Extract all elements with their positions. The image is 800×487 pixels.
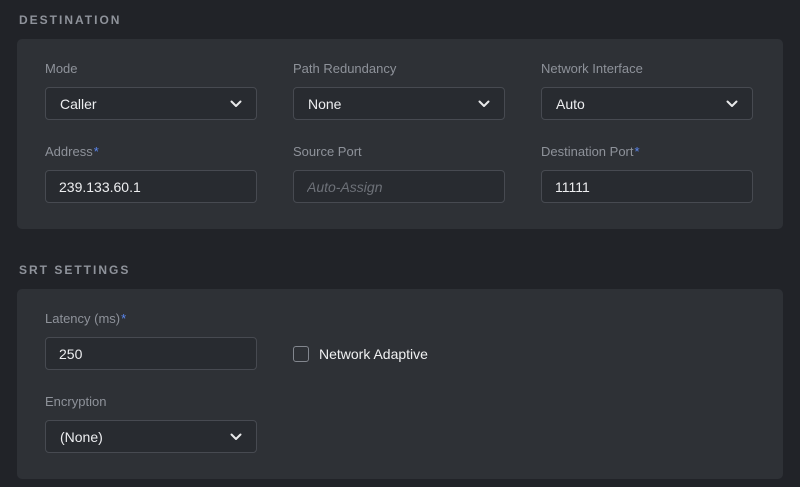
path-redundancy-select-value: None [308,96,341,112]
source-port-label-text: Source Port [293,144,362,159]
path-redundancy-label-text: Path Redundancy [293,61,396,76]
mode-select[interactable]: Caller [45,87,257,120]
path-redundancy-label: Path Redundancy [293,61,505,77]
field-latency: Latency (ms)* [45,311,257,370]
encryption-label-text: Encryption [45,394,106,409]
encryption-label: Encryption [45,394,257,410]
destination-section-title: DESTINATION [19,13,783,27]
network-interface-select-value: Auto [556,96,585,112]
latency-label: Latency (ms)* [45,311,257,327]
srt-settings-panel: Latency (ms)* Network Adaptive Encryptio… [17,289,783,479]
field-path-redundancy: Path Redundancy None [293,61,505,120]
srt-settings-section-title: SRT SETTINGS [19,263,783,277]
address-label-text: Address [45,144,93,159]
destination-panel: Mode Caller Path Redundancy None Network… [17,39,783,229]
mode-label-text: Mode [45,61,78,76]
network-interface-label: Network Interface [541,61,753,77]
destination-port-label-text: Destination Port [541,144,634,159]
section-destination: DESTINATION Mode Caller Path Redundancy … [17,13,783,229]
network-adaptive-checkbox-group[interactable]: Network Adaptive [293,337,428,370]
required-marker: * [94,144,99,159]
settings-page: DESTINATION Mode Caller Path Redundancy … [0,0,800,479]
required-marker: * [635,144,640,159]
network-interface-select[interactable]: Auto [541,87,753,120]
network-adaptive-checkbox-label: Network Adaptive [319,346,428,362]
destination-row-2: Address* Source Port Destination Port* [45,144,755,203]
chevron-down-icon [726,100,738,108]
encryption-select-value: (None) [60,429,103,445]
encryption-select[interactable]: (None) [45,420,257,453]
destination-port-label: Destination Port* [541,144,753,160]
destination-row-1: Mode Caller Path Redundancy None Network… [45,61,755,120]
address-input[interactable] [45,170,257,203]
field-destination-port: Destination Port* [541,144,753,203]
chevron-down-icon [478,100,490,108]
network-adaptive-checkbox[interactable] [293,346,309,362]
mode-label: Mode [45,61,257,77]
field-source-port: Source Port [293,144,505,203]
srt-row-1: Latency (ms)* Network Adaptive [45,311,755,370]
srt-row-2: Encryption (None) [45,394,755,453]
network-interface-label-text: Network Interface [541,61,643,76]
section-srt-settings: SRT SETTINGS Latency (ms)* Network Adapt… [17,263,783,479]
chevron-down-icon [230,100,242,108]
mode-select-value: Caller [60,96,97,112]
source-port-input[interactable] [293,170,505,203]
field-encryption: Encryption (None) [45,394,257,453]
field-address: Address* [45,144,257,203]
path-redundancy-select[interactable]: None [293,87,505,120]
latency-label-text: Latency (ms) [45,311,120,326]
required-marker: * [121,311,126,326]
address-label: Address* [45,144,257,160]
destination-port-input[interactable] [541,170,753,203]
field-network-interface: Network Interface Auto [541,61,753,120]
field-mode: Mode Caller [45,61,257,120]
chevron-down-icon [230,433,242,441]
latency-input[interactable] [45,337,257,370]
source-port-label: Source Port [293,144,505,160]
